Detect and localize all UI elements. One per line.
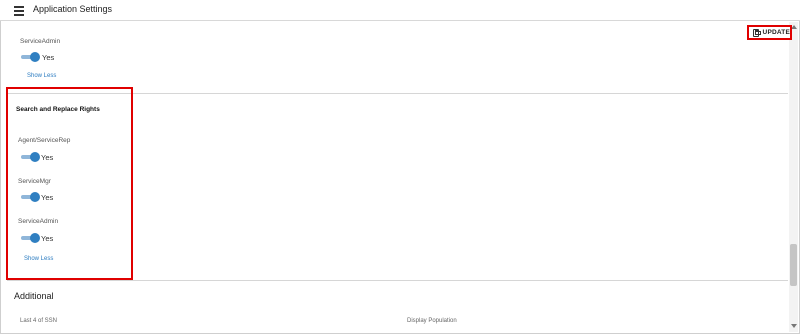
hamburger-menu-icon[interactable] bbox=[14, 6, 24, 16]
page-title: Application Settings bbox=[33, 4, 113, 14]
display-population-label: Display Population bbox=[407, 318, 457, 324]
scrollbar-thumb[interactable] bbox=[790, 244, 797, 286]
agent-service-rep-label: Agent/ServiceRep bbox=[18, 137, 71, 144]
show-less-link[interactable]: Show Less bbox=[24, 256, 53, 262]
service-admin-toggle-value: Yes bbox=[42, 53, 55, 62]
show-less-link[interactable]: Show Less bbox=[27, 73, 56, 79]
service-admin-rights-toggle-value: Yes bbox=[41, 234, 54, 243]
update-button-label: UPDATE bbox=[762, 29, 790, 36]
service-mgr-toggle-value: Yes bbox=[41, 193, 54, 202]
last-4-ssn-label: Last 4 of SSN bbox=[20, 318, 58, 324]
scroll-down-arrow-icon[interactable] bbox=[791, 324, 797, 328]
section-title-additional: Additional bbox=[14, 291, 54, 301]
service-mgr-label: ServiceMgr bbox=[18, 178, 51, 185]
service-mgr-toggle[interactable] bbox=[21, 192, 41, 202]
app-bar: Application Settings bbox=[0, 0, 800, 21]
service-admin-label: ServiceAdmin bbox=[20, 38, 61, 45]
service-admin-toggle[interactable] bbox=[21, 52, 41, 62]
agent-service-rep-toggle[interactable] bbox=[21, 152, 41, 162]
service-admin-rights-toggle[interactable] bbox=[21, 233, 41, 243]
service-admin-rights-label: ServiceAdmin bbox=[18, 218, 59, 225]
agent-service-rep-toggle-value: Yes bbox=[41, 153, 54, 162]
update-button[interactable]: UPDATE bbox=[747, 25, 792, 40]
section-title-search-replace: Search and Replace Rights bbox=[16, 106, 100, 113]
section-divider bbox=[7, 280, 788, 281]
save-icon bbox=[753, 28, 761, 37]
